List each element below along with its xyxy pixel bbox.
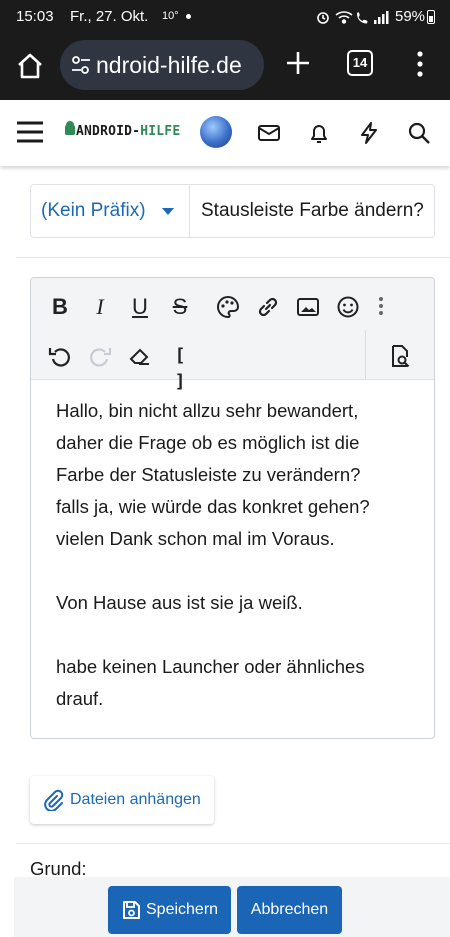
link-icon[interactable] <box>255 294 281 320</box>
menu-icon[interactable] <box>16 120 44 144</box>
thread-title-input[interactable] <box>191 185 434 237</box>
more-menu-icon[interactable] <box>410 50 430 78</box>
site-settings-icon[interactable] <box>70 54 92 76</box>
bold-button[interactable]: B <box>47 294 73 320</box>
content-line: drauf. <box>56 688 104 709</box>
prefix-select[interactable]: (Kein Präfix) <box>31 185 190 237</box>
tab-switcher-button[interactable]: 14 <box>347 50 373 76</box>
content-line: habe keinen Launcher oder ähnliches <box>56 656 365 677</box>
prefix-selected-label: (Kein Präfix) <box>41 200 146 221</box>
emoji-icon[interactable] <box>335 294 361 320</box>
wifi-icon <box>335 11 353 24</box>
logo-text: ANDROID-HILFE <box>76 124 180 139</box>
preview-icon[interactable] <box>387 343 413 369</box>
site-header: ANDROID-HILFE <box>0 100 450 166</box>
home-icon[interactable] <box>16 52 44 80</box>
status-bar: 15:03 Fr., 27. Okt. 10° 59% <box>0 0 450 34</box>
logo-accent: HILFE <box>140 124 181 139</box>
paperclip-icon <box>44 789 64 811</box>
content-line: Farbe der Statusleiste zu verändern? <box>56 464 361 485</box>
content-line: daher die Frage ob es möglich ist die <box>56 432 360 453</box>
floppy-disk-icon <box>123 901 140 919</box>
chevron-down-icon <box>162 208 174 215</box>
editor-toolbar: B I U S [] <box>31 278 434 392</box>
save-label: Speichern <box>146 901 219 918</box>
content-line: vielen Dank schon mal im Voraus. <box>56 528 335 549</box>
status-date: Fr., 27. Okt. <box>70 8 149 25</box>
content-line: Von Hause aus ist sie ja weiß. <box>56 592 303 613</box>
eraser-icon[interactable] <box>127 343 153 369</box>
divider <box>16 257 450 258</box>
battery-percent: 59% <box>395 8 426 25</box>
content-line: falls ja, wie würde das konkret gehen? <box>56 496 370 517</box>
avatar[interactable] <box>200 116 232 148</box>
bell-icon[interactable] <box>307 121 331 145</box>
android-robot-icon <box>65 121 75 135</box>
address-bar[interactable]: ndroid-hilfe.de <box>60 40 264 90</box>
notification-dot-icon <box>186 14 191 19</box>
message-editor: B I U S [] Hallo, bin nicht allzu sehr … <box>30 277 435 739</box>
status-time: 15:03 <box>16 8 54 25</box>
logo-prefix: ANDROID- <box>76 124 141 139</box>
underline-button[interactable]: U <box>127 294 153 320</box>
redo-icon[interactable] <box>87 343 113 369</box>
strikethrough-button[interactable]: S <box>167 294 193 320</box>
toolbar-separator <box>365 330 366 380</box>
thread-title-row: (Kein Präfix) <box>30 184 435 238</box>
site-logo[interactable]: ANDROID-HILFE <box>64 118 188 148</box>
content-line: Hallo, bin nicht allzu sehr bewandert, <box>56 400 359 421</box>
editor-content[interactable]: Hallo, bin nicht allzu sehr bewandert, da… <box>56 395 416 715</box>
alarm-icon <box>317 12 329 24</box>
url-text[interactable]: ndroid-hilfe.de <box>96 52 242 79</box>
search-icon[interactable] <box>407 121 431 145</box>
lightning-icon[interactable] <box>357 121 381 145</box>
signal-icon <box>374 11 389 24</box>
more-options-icon[interactable] <box>377 295 385 317</box>
battery-icon <box>427 10 435 24</box>
status-temperature: 10° <box>162 10 179 22</box>
cancel-button[interactable]: Abbrechen <box>237 886 342 934</box>
system-status-icons <box>317 11 389 24</box>
form-actions-bar <box>14 877 450 937</box>
inbox-icon[interactable] <box>257 121 281 145</box>
call-icon <box>357 12 368 24</box>
new-tab-icon[interactable] <box>285 50 311 76</box>
bbcode-button[interactable]: [ ] <box>167 343 193 392</box>
undo-icon[interactable] <box>47 343 73 369</box>
italic-button[interactable]: I <box>87 294 113 320</box>
attach-files-label: Dateien anhängen <box>70 791 201 808</box>
attach-files-button[interactable]: Dateien anhängen <box>30 776 214 824</box>
divider <box>16 843 450 844</box>
save-button[interactable]: Speichern <box>108 886 231 934</box>
browser-toolbar: ndroid-hilfe.de 14 <box>0 34 450 100</box>
image-icon[interactable] <box>295 294 321 320</box>
palette-icon[interactable] <box>215 294 241 320</box>
